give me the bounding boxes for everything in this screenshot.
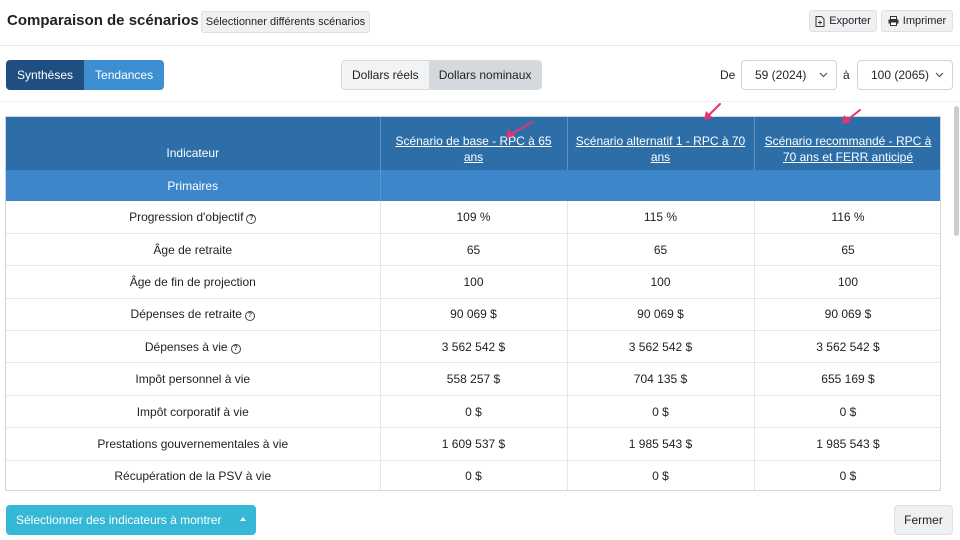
header-scenario-base[interactable]: Scénario de base - RPC à 65 ans	[380, 117, 568, 170]
select-indicators-label: Sélectionner des indicateurs à montrer	[16, 513, 222, 527]
cell-base: 558 257 $	[380, 362, 568, 396]
row-label: Âge de fin de projection	[6, 265, 381, 299]
arrow-annotation-icon	[506, 121, 533, 138]
page-header: Comparaison de scénarios Sélectionner di…	[0, 0, 960, 46]
cell-base: 0 $	[380, 395, 568, 429]
cell-base: 65	[380, 233, 568, 267]
tab-tendances[interactable]: Tendances	[84, 60, 165, 90]
row-label: Impôt personnel à vie	[6, 362, 381, 396]
page-title: Comparaison de scénarios	[7, 12, 199, 29]
table-row: Progression d'objectif? 109 % 115 % 116 …	[6, 201, 940, 234]
comparison-table: Indicateur Scénario de base - RPC à 65 a…	[6, 117, 940, 490]
scenario-alt1-link[interactable]: Scénario alternatif 1 - RPC à 70 ans	[574, 123, 748, 165]
scenario-recommended-link[interactable]: Scénario recommandé - RPC à 70 ans et FE…	[761, 123, 936, 165]
arrow-annotation-icon	[842, 109, 861, 124]
cell-base: 0 $	[380, 460, 568, 490]
row-label: Prestations gouvernementales à vie	[6, 427, 381, 461]
close-button[interactable]: Fermer	[894, 505, 953, 535]
cell-alt1: 90 069 $	[567, 298, 755, 332]
cell-base: 100	[380, 265, 568, 299]
caret-up-icon	[240, 517, 246, 521]
cell-recommended: 3 562 542 $	[754, 330, 940, 364]
cell-alt1: 115 %	[567, 201, 755, 234]
tab-dollars-reels[interactable]: Dollars réels	[342, 61, 429, 89]
table-row: Dépenses de retraite? 90 069 $ 90 069 $ …	[6, 298, 940, 332]
toolbar: Synthèses Tendances Dollars réels Dollar…	[0, 46, 960, 102]
cell-recommended: 100	[754, 265, 940, 299]
file-export-icon	[815, 15, 825, 27]
cell-recommended: 1 985 543 $	[754, 427, 940, 461]
cell-base: 90 069 $	[380, 298, 568, 332]
question-circle-icon[interactable]: ?	[230, 343, 241, 354]
cell-alt1: 1 985 543 $	[567, 427, 755, 461]
from-label: De	[720, 68, 736, 82]
cell-recommended: 655 169 $	[754, 362, 940, 396]
row-label: Récupération de la PSV à vie	[6, 460, 381, 490]
export-button[interactable]: Exporter	[809, 10, 877, 32]
cell-recommended: 116 %	[754, 201, 940, 234]
print-button[interactable]: Imprimer	[881, 10, 953, 32]
arrow-annotation-icon	[704, 103, 721, 120]
cell-base: 3 562 542 $	[380, 330, 568, 364]
tab-dollars-nominaux[interactable]: Dollars nominaux	[428, 61, 542, 89]
cell-base: 1 609 537 $	[380, 427, 568, 461]
table-row: Impôt corporatif à vie 0 $ 0 $ 0 $	[6, 395, 940, 429]
to-label: à	[843, 68, 850, 82]
table-row: Âge de fin de projection 100 100 100	[6, 265, 940, 299]
cell-recommended: 0 $	[754, 460, 940, 490]
scrollbar[interactable]	[954, 106, 959, 236]
cell-alt1: 0 $	[567, 395, 755, 429]
cell-alt1: 3 562 542 $	[567, 330, 755, 364]
row-label-text: Dépenses de retraite	[130, 307, 242, 322]
question-circle-icon[interactable]: ?	[244, 311, 255, 322]
row-label: Dépenses de retraite?	[6, 298, 381, 332]
select-scenarios-button[interactable]: Sélectionner différents scénarios	[201, 11, 370, 33]
cell-recommended: 65	[754, 233, 940, 267]
table-row: Récupération de la PSV à vie 0 $ 0 $ 0 $	[6, 460, 940, 490]
row-label-text: Dépenses à vie	[144, 339, 228, 354]
row-label: Impôt corporatif à vie	[6, 395, 381, 429]
chevron-down-icon	[819, 72, 828, 78]
cell-recommended: 0 $	[754, 395, 940, 429]
print-label: Imprimer	[902, 15, 947, 27]
row-label: Progression d'objectif?	[6, 201, 381, 234]
group-spacer	[380, 170, 940, 201]
row-label: Dépenses à vie?	[6, 330, 381, 364]
cell-alt1: 100	[567, 265, 755, 299]
header-scenario-alt1[interactable]: Scénario alternatif 1 - RPC à 70 ans	[567, 117, 755, 170]
cell-base: 109 %	[380, 201, 568, 234]
question-circle-icon[interactable]: ?	[246, 213, 257, 224]
cell-alt1: 0 $	[567, 460, 755, 490]
select-indicators-button[interactable]: Sélectionner des indicateurs à montrer	[6, 505, 256, 535]
to-year-value: 100 (2065)	[871, 68, 930, 82]
cell-alt1: 704 135 $	[567, 362, 755, 396]
from-year-select[interactable]: 59 (2024)	[741, 60, 837, 90]
header-indicator: Indicateur	[6, 117, 381, 170]
printer-icon	[888, 16, 899, 26]
table-row: Impôt personnel à vie 558 257 $ 704 135 …	[6, 362, 940, 396]
export-label: Exporter	[829, 15, 871, 27]
group-row: Primaires	[6, 170, 940, 201]
from-year-value: 59 (2024)	[755, 68, 807, 82]
row-label: Âge de retraite	[6, 233, 381, 267]
chevron-down-icon	[935, 72, 944, 78]
table-row: Prestations gouvernementales à vie 1 609…	[6, 427, 940, 461]
cell-alt1: 65	[567, 233, 755, 267]
row-label-text: Progression d'objectif	[129, 209, 244, 224]
cell-recommended: 90 069 $	[754, 298, 940, 332]
group-label: Primaires	[6, 170, 381, 201]
to-year-select[interactable]: 100 (2065)	[857, 60, 953, 90]
table-header-row: Indicateur Scénario de base - RPC à 65 a…	[6, 117, 940, 170]
comparison-table-container[interactable]: Indicateur Scénario de base - RPC à 65 a…	[5, 116, 941, 491]
table-row: Dépenses à vie? 3 562 542 $ 3 562 542 $ …	[6, 330, 940, 364]
view-toggle: Synthèses Tendances	[6, 60, 165, 90]
dollar-toggle: Dollars réels Dollars nominaux	[341, 60, 543, 90]
table-row: Âge de retraite 65 65 65	[6, 233, 940, 267]
tab-syntheses[interactable]: Synthèses	[6, 60, 85, 90]
